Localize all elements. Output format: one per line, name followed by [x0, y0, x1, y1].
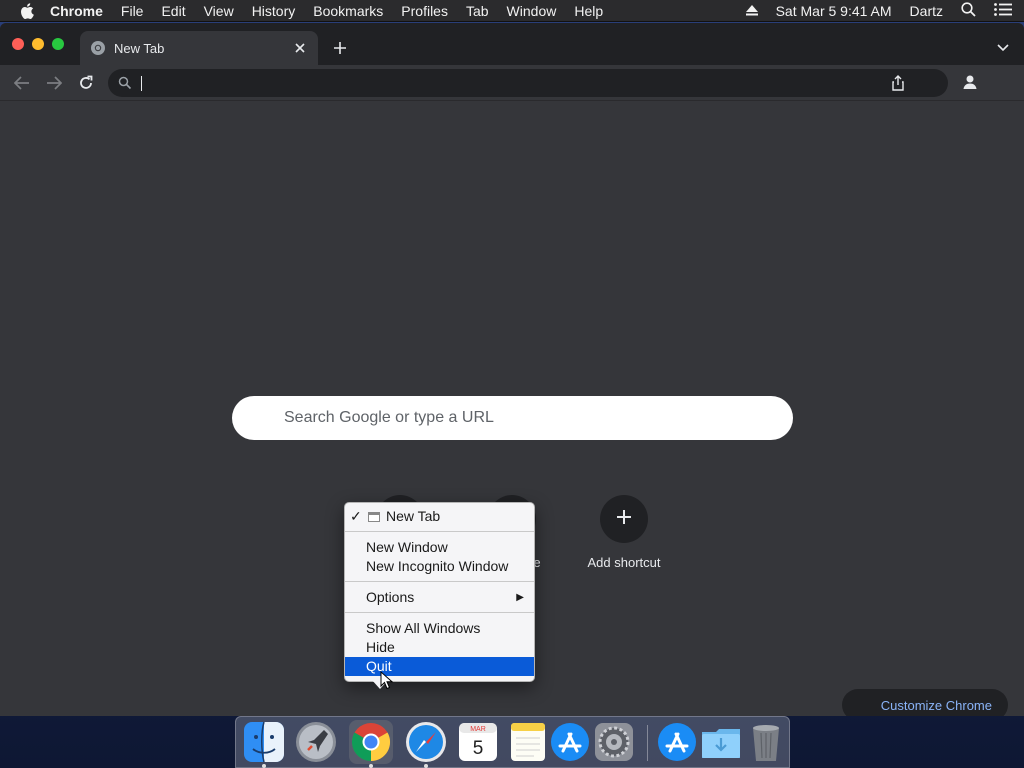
downloads-folder-icon[interactable] [699, 720, 743, 764]
menu-item-label: Options [366, 589, 415, 605]
finder-icon[interactable] [242, 720, 286, 764]
menu-profiles[interactable]: Profiles [401, 3, 448, 19]
menu-item-quit[interactable]: Quit [345, 657, 534, 676]
running-indicator [424, 764, 428, 768]
menu-bar-status: Sat Mar 5 9:41 AM Dartz [745, 1, 1024, 20]
text-caret [141, 76, 142, 91]
app-store-stack-icon[interactable] [655, 720, 699, 764]
checkmark-icon: ✓ [350, 508, 362, 524]
customize-chrome-button[interactable]: Customize Chrome [842, 689, 1008, 716]
notification-center-icon[interactable] [994, 2, 1012, 19]
profile-avatar-icon[interactable] [958, 70, 982, 94]
safari-icon[interactable] [404, 720, 448, 764]
calendar-icon[interactable]: MAR 5 [456, 720, 500, 764]
calendar-day: 5 [473, 738, 484, 759]
running-indicator [262, 764, 266, 768]
mouse-cursor-icon [380, 671, 394, 690]
customize-chrome-label: Customize Chrome [880, 697, 992, 713]
menu-user[interactable]: Dartz [910, 3, 943, 19]
share-icon[interactable] [890, 75, 906, 91]
eject-icon[interactable] [745, 3, 758, 19]
menu-separator [345, 581, 534, 582]
chrome-favicon-icon [90, 40, 106, 56]
menu-item-options[interactable]: Options ▶ [345, 588, 534, 607]
menu-window[interactable]: Window [507, 3, 557, 19]
tab-strip: New Tab [0, 23, 1024, 65]
menu-help[interactable]: Help [574, 3, 603, 19]
google-chrome-icon[interactable] [349, 720, 393, 764]
shortcut-label: Add shortcut [587, 555, 661, 570]
omnibox-search-icon [118, 76, 132, 90]
close-window-button[interactable] [12, 38, 24, 50]
menu-item-hide[interactable]: Hide [345, 638, 534, 657]
menu-item-new-window[interactable]: New Window [345, 538, 534, 557]
dock-context-menu: ✓ New Tab New Window New Incognito Windo… [344, 502, 535, 689]
minimize-window-button[interactable] [32, 38, 44, 50]
spotlight-search-icon[interactable] [961, 1, 976, 20]
toolbar [0, 65, 1024, 101]
omnibox[interactable] [108, 69, 948, 97]
back-arrow-icon[interactable] [12, 73, 32, 93]
menu-clock[interactable]: Sat Mar 5 9:41 AM [776, 3, 892, 19]
menu-separator [345, 531, 534, 532]
shortcut-add[interactable]: Add shortcut [568, 495, 680, 570]
tab-new-tab[interactable]: New Tab [80, 31, 318, 65]
menu-item-label: New Tab [386, 508, 441, 524]
app-store-icon[interactable] [548, 720, 592, 764]
apple-menu-icon[interactable] [18, 2, 36, 20]
reload-icon[interactable] [76, 73, 96, 93]
plus-icon [616, 509, 632, 530]
menu-edit[interactable]: Edit [161, 3, 185, 19]
notes-app-icon[interactable] [506, 720, 550, 764]
shortcut-tile [600, 495, 648, 543]
menu-file[interactable]: File [121, 3, 144, 19]
system-preferences-icon[interactable] [592, 720, 636, 764]
zoom-window-button[interactable] [52, 38, 64, 50]
running-indicator [369, 764, 373, 768]
close-tab-icon[interactable] [292, 40, 308, 56]
ntp-search-placeholder: Search Google or type a URL [284, 409, 494, 426]
menu-item-new-incognito-window[interactable]: New Incognito Window [345, 557, 534, 576]
dock-separator [647, 725, 648, 761]
menu-item-new-tab[interactable]: ✓ New Tab [345, 507, 534, 526]
menu-view[interactable]: View [204, 3, 234, 19]
menu-tab[interactable]: Tab [466, 3, 489, 19]
window-icon [368, 512, 380, 522]
dock: MAR 5 [235, 716, 790, 768]
menu-separator [345, 612, 534, 613]
tab-search-chevron-down-icon[interactable] [994, 39, 1012, 57]
menu-bar: Chrome File Edit View History Bookmarks … [0, 0, 1024, 22]
launchpad-icon[interactable] [294, 720, 338, 764]
menu-item-show-all-windows[interactable]: Show All Windows [345, 619, 534, 638]
tab-title: New Tab [114, 40, 165, 56]
menu-bookmarks[interactable]: Bookmarks [313, 3, 383, 19]
calendar-month: MAR [470, 726, 486, 733]
forward-arrow-icon[interactable] [44, 73, 64, 93]
new-tab-plus-icon[interactable] [330, 38, 350, 58]
trash-icon[interactable] [744, 720, 788, 764]
menu-history[interactable]: History [252, 3, 296, 19]
menu-app-name[interactable]: Chrome [50, 3, 103, 19]
submenu-arrow-icon: ▶ [516, 592, 524, 603]
ntp-search-box[interactable]: Search Google or type a URL [232, 396, 793, 440]
